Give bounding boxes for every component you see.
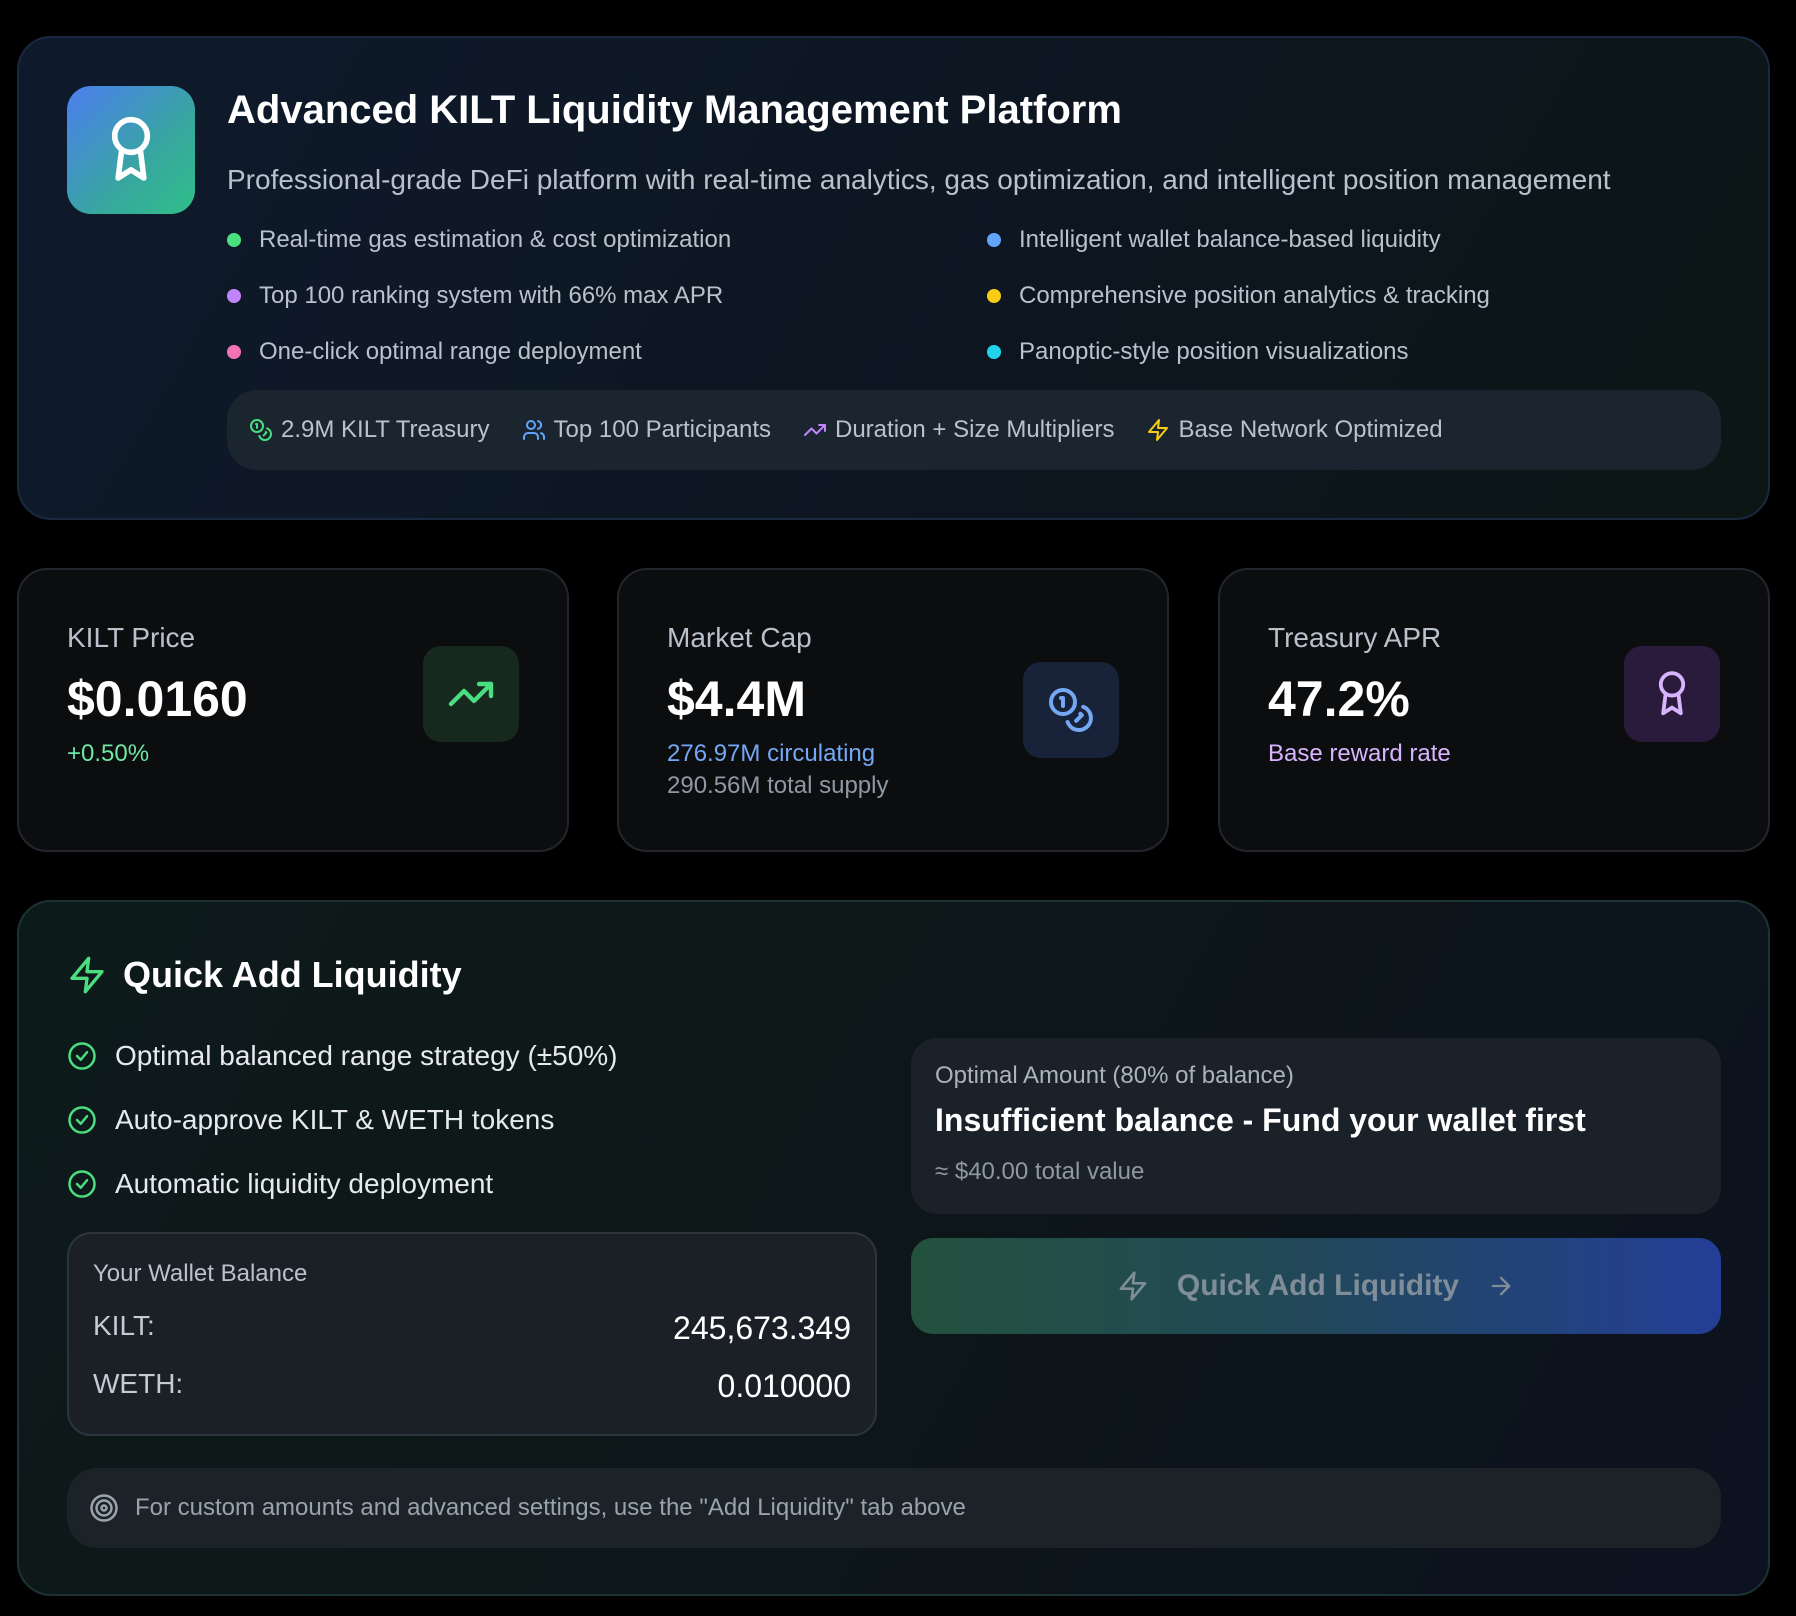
trending-up-icon (423, 646, 519, 742)
highlight-label: Duration + Size Multipliers (835, 416, 1115, 443)
coins-icon (1023, 662, 1119, 758)
zap-icon (1119, 1271, 1147, 1301)
token-amount: 245,673.349 (673, 1310, 851, 1346)
kilt-price-value: $0.0160 (67, 671, 248, 727)
check-circle-icon (68, 1042, 96, 1070)
feature-item: Top 100 ranking system with 66% max APR (227, 282, 723, 310)
quick-add-liquidity-card: Quick Add Liquidity Optimal balanced ran… (17, 900, 1770, 1596)
highlight-label: Base Network Optimized (1178, 416, 1443, 443)
feature-item: One-click optimal range deployment (227, 338, 642, 366)
wallet-balance-title: Your Wallet Balance (93, 1260, 308, 1287)
feature-dot-icon (987, 345, 1001, 359)
highlight-network: Base Network Optimized (1146, 416, 1443, 444)
button-label: Quick Add Liquidity (1176, 1269, 1460, 1302)
feature-dot-icon (227, 289, 241, 303)
feature-dot-icon (987, 289, 1001, 303)
wallet-row-kilt: KILT: 245,673.349 (93, 1310, 851, 1347)
token-label: WETH: (93, 1368, 184, 1399)
treasury-apr-value: 47.2% (1268, 671, 1410, 727)
page-title: Advanced KILT Liquidity Management Platf… (227, 88, 1122, 132)
feature-item: Intelligent wallet balance-based liquidi… (987, 226, 1441, 254)
feature-label: One-click optimal range deployment (259, 338, 642, 365)
total-supply: 290.56M total supply (667, 772, 889, 799)
highlight-treasury: 2.9M KILT Treasury (249, 416, 490, 444)
check-circle-icon (68, 1170, 96, 1198)
target-icon (90, 1494, 118, 1522)
token-amount: 0.010000 (717, 1368, 851, 1404)
price-change: +0.50% (67, 740, 150, 767)
wallet-balance-panel: Your Wallet Balance KILT: 245,673.349 WE… (67, 1232, 877, 1436)
total-value: ≈ $40.00 total value (935, 1158, 1145, 1185)
market-cap-card: Market Cap $4.4M 276.97M circulating 290… (617, 568, 1169, 852)
insufficient-balance-message: Insufficient balance - Fund your wallet … (935, 1102, 1586, 1138)
apr-subtext: Base reward rate (1268, 740, 1451, 767)
quick-add-title-text: Quick Add Liquidity (123, 954, 462, 995)
check-label: Optimal balanced range strategy (±50%) (115, 1040, 618, 1071)
feature-item: Panoptic-style position visualizations (987, 338, 1409, 366)
feature-label: Real-time gas estimation & cost optimiza… (259, 226, 732, 253)
arrow-right-icon (1491, 1276, 1511, 1296)
feature-label: Intelligent wallet balance-based liquidi… (1019, 226, 1441, 253)
circulating-supply: 276.97M circulating (667, 740, 876, 767)
stat-label: KILT Price (67, 622, 196, 653)
feature-dot-icon (227, 345, 241, 359)
stat-label: Market Cap (667, 622, 812, 653)
check-circle-icon (68, 1106, 96, 1134)
check-label: Automatic liquidity deployment (115, 1168, 494, 1199)
feature-label: Comprehensive position analytics & track… (1019, 282, 1490, 309)
feature-check-item: Automatic liquidity deployment (67, 1168, 493, 1200)
zap-icon (70, 956, 104, 994)
feature-check-item: Optimal balanced range strategy (±50%) (67, 1040, 618, 1072)
trending-up-icon (804, 424, 826, 436)
quick-add-title: Quick Add Liquidity (67, 954, 462, 996)
wallet-row-weth: WETH: 0.010000 (93, 1368, 851, 1405)
token-label: KILT: (93, 1310, 155, 1341)
highlight-participants: Top 100 Participants (522, 416, 771, 444)
feature-item: Real-time gas estimation & cost optimiza… (227, 226, 731, 254)
optimal-amount-label: Optimal Amount (80% of balance) (935, 1062, 1294, 1089)
zap-icon (1148, 419, 1169, 441)
page-subtitle: Professional-grade DeFi platform with re… (227, 164, 1611, 195)
feature-label: Top 100 ranking system with 66% max APR (259, 282, 724, 309)
advanced-settings-tip: For custom amounts and advanced settings… (67, 1468, 1721, 1548)
optimal-amount-panel: Optimal Amount (80% of balance) Insuffic… (911, 1038, 1721, 1214)
feature-dot-icon (987, 233, 1001, 247)
coins-icon (250, 419, 272, 441)
feature-item: Comprehensive position analytics & track… (987, 282, 1490, 310)
highlight-multipliers: Duration + Size Multipliers (803, 416, 1114, 444)
feature-label: Panoptic-style position visualizations (1019, 338, 1409, 365)
feature-check-item: Auto-approve KILT & WETH tokens (67, 1104, 554, 1136)
award-icon (1624, 646, 1720, 742)
check-label: Auto-approve KILT & WETH tokens (115, 1104, 555, 1135)
quick-add-liquidity-button[interactable]: Quick Add Liquidity (911, 1238, 1721, 1334)
feature-dot-icon (227, 233, 241, 247)
highlight-label: Top 100 Participants (553, 416, 771, 443)
market-cap-value: $4.4M (667, 671, 806, 727)
tip-text: For custom amounts and advanced settings… (135, 1494, 966, 1521)
users-icon (522, 420, 545, 440)
platform-hero-card: Advanced KILT Liquidity Management Platf… (17, 36, 1770, 520)
treasury-apr-card: Treasury APR 47.2% Base reward rate (1218, 568, 1770, 852)
award-logo-icon (67, 86, 195, 214)
kilt-price-card: KILT Price $0.0160 +0.50% (17, 568, 569, 852)
highlights-bar: 2.9M KILT Treasury Top 100 Participants … (227, 390, 1721, 470)
highlight-label: 2.9M KILT Treasury (281, 416, 490, 443)
stat-label: Treasury APR (1268, 622, 1442, 653)
